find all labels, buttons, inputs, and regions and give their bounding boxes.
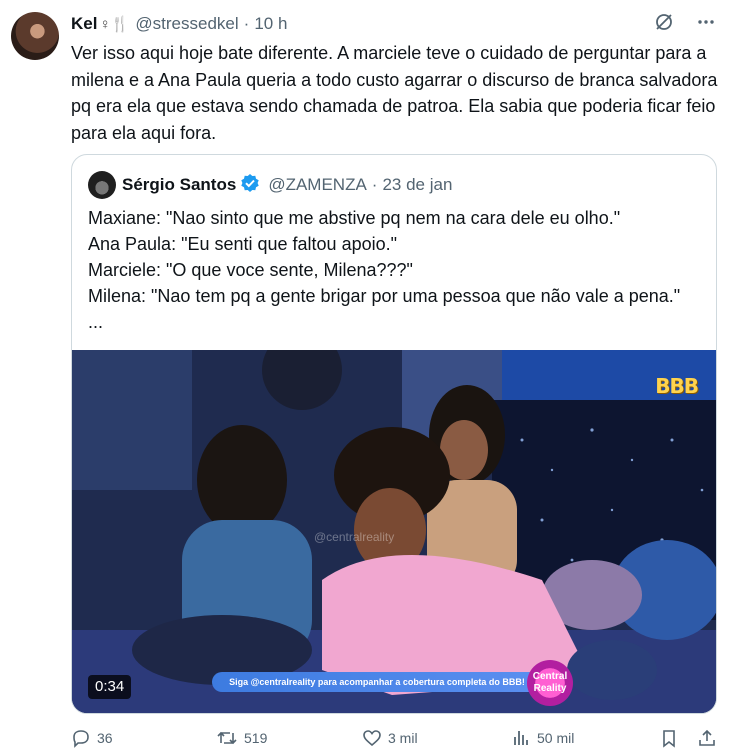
quote-line: Ana Paula: "Eu senti que faltou apoio." — [88, 234, 397, 254]
quote-avatar[interactable] — [88, 171, 116, 199]
quote-line: Maxiane: "Nao sinto que me abstive pq ne… — [88, 208, 621, 228]
reply-button[interactable]: 36 — [71, 728, 113, 748]
more-icon[interactable] — [696, 12, 716, 32]
quote-header: Sérgio Santos @ZAMENZA · 23 de jan — [88, 171, 452, 199]
video-banner: Siga @centralreality para acompanhar a c… — [212, 672, 542, 692]
separator-dot: · — [243, 14, 250, 33]
tweet-header: Kel ♀🍴 @stressedkel · 10 h — [71, 12, 287, 36]
reply-count: 36 — [97, 730, 113, 746]
views-icon — [514, 731, 528, 745]
quote-text: Maxiane: "Nao sinto que me abstive pq ne… — [88, 205, 698, 335]
author-name[interactable]: Kel — [71, 14, 97, 34]
verified-icon — [240, 173, 260, 198]
like-icon — [363, 730, 381, 747]
quote-line: Milena: "Nao tem pq a gente brigar por u… — [88, 286, 681, 332]
separator-dot: · — [371, 175, 378, 194]
video-player[interactable]: BBB @centralreality Siga @centralreality… — [72, 350, 716, 713]
author-handle[interactable]: @stressedkel — [135, 14, 238, 34]
author-name-emoji: ♀🍴 — [99, 16, 130, 33]
quote-author-name[interactable]: Sérgio Santos — [122, 175, 236, 195]
share-icon — [699, 729, 715, 746]
reply-icon — [73, 730, 89, 748]
tweet-time[interactable]: 10 h — [254, 14, 287, 34]
central-reality-logo: Central Reality — [527, 660, 573, 706]
tweet[interactable]: Kel ♀🍴 @stressedkel · 10 h Ver isso aqui… — [0, 0, 732, 754]
quote-author-handle[interactable]: @ZAMENZA — [268, 175, 366, 195]
tweet-text: Ver isso aqui hoje bate diferente. A mar… — [71, 43, 718, 143]
like-button[interactable]: 3 mil — [362, 728, 418, 748]
share-button[interactable] — [697, 728, 723, 748]
video-frame — [72, 350, 716, 713]
retweet-count: 519 — [244, 730, 268, 746]
retweet-button[interactable]: 519 — [216, 728, 267, 748]
bbb-logo: BBB — [655, 374, 699, 398]
video-duration: 0:34 — [88, 675, 132, 699]
grok-icon[interactable] — [654, 12, 674, 32]
video-watermark: @centralreality — [314, 530, 395, 544]
bookmark-button[interactable] — [659, 728, 685, 748]
retweet-icon — [217, 731, 237, 745]
quote-time[interactable]: 23 de jan — [382, 175, 452, 195]
views-count: 50 mil — [537, 730, 575, 746]
bookmark-icon — [663, 730, 675, 748]
tweet-actions: 36 519 3 mil 50 mil — [71, 728, 721, 756]
top-actions — [654, 12, 716, 32]
avatar[interactable] — [11, 12, 59, 60]
quote-line: Marciele: "O que voce sente, Milena???" — [88, 260, 413, 280]
like-count: 3 mil — [388, 730, 418, 746]
quoted-tweet[interactable]: Sérgio Santos @ZAMENZA · 23 de jan Maxia… — [71, 154, 717, 714]
views-button[interactable]: 50 mil — [511, 728, 574, 748]
